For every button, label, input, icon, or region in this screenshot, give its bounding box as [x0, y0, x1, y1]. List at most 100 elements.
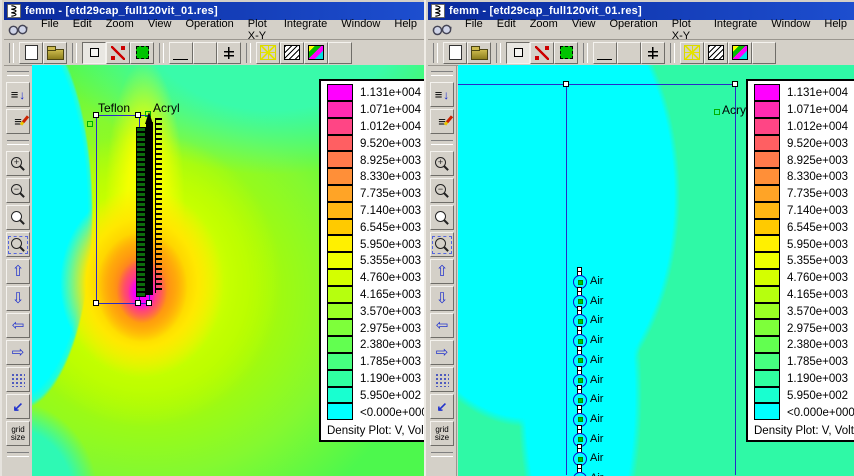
pan-right-button[interactable] — [6, 340, 30, 365]
point-mode-button[interactable] — [506, 42, 530, 64]
zoom-window-icon — [432, 236, 452, 254]
open-button[interactable] — [467, 42, 491, 64]
legend-swatch — [754, 151, 780, 168]
show-mesh-button[interactable] — [680, 42, 704, 64]
grid-size-button[interactable]: grid size — [430, 421, 454, 446]
pan-left-button[interactable] — [6, 313, 30, 338]
zoom-in-button[interactable] — [6, 151, 30, 176]
edit-button[interactable] — [430, 109, 454, 134]
legend-value: 2.380e+003 — [787, 339, 848, 351]
circuit-button[interactable] — [641, 42, 665, 64]
density-icon — [308, 45, 324, 60]
new-button[interactable] — [443, 42, 467, 64]
new-button[interactable] — [19, 42, 43, 64]
snap-grid-icon — [433, 399, 451, 415]
zoom-in-button[interactable] — [430, 151, 454, 176]
toolbar-separator — [496, 43, 501, 63]
density-plot-canvas[interactable]: Teflon Acryl 1.131e+004 1.071e+004 1.012… — [32, 65, 424, 476]
toolbar-grip — [431, 452, 453, 457]
boundary-line-left — [96, 115, 97, 303]
air-label: Air — [590, 413, 603, 425]
glasses-icon — [432, 23, 452, 36]
density-plot-button[interactable] — [728, 42, 752, 64]
legend-caption: Density Plot: V, Volts — [754, 425, 854, 437]
block-mode-button[interactable] — [554, 42, 578, 64]
pan-right-button[interactable] — [430, 340, 454, 365]
xy-plot-icon — [172, 45, 190, 61]
legend-value: 4.165e+003 — [787, 289, 848, 301]
menu-item-label: File — [41, 18, 59, 30]
legend-swatch — [754, 387, 780, 404]
zoom-window-button[interactable] — [430, 232, 454, 257]
contour-plot-button[interactable] — [704, 42, 728, 64]
node-icon — [563, 81, 569, 87]
xy-plot-button[interactable] — [593, 42, 617, 64]
line-mode-button[interactable] — [106, 42, 130, 64]
side-toolbar: grid size — [4, 66, 33, 476]
xy-plot-button[interactable] — [169, 42, 193, 64]
glasses-icon — [8, 23, 28, 36]
legend-value: 8.330e+003 — [787, 171, 848, 183]
toolbar-separator — [9, 43, 14, 63]
block-label-icon — [714, 109, 720, 115]
air-label: Air — [590, 472, 603, 476]
show-grid-button[interactable] — [430, 367, 454, 392]
legend-row: 5.950e+003 — [754, 236, 854, 253]
femm-window-left: femm - [etd29cap_full120vit_01.res] File… — [0, 0, 424, 476]
density-plot-canvas[interactable]: Acryl Air Air Air Air Air — [458, 65, 854, 476]
legend-value: 7.140e+003 — [360, 205, 421, 217]
legend-value: 1.131e+004 — [360, 87, 421, 99]
legend-value: 1.012e+004 — [360, 121, 421, 133]
pan-up-button[interactable] — [430, 259, 454, 284]
air-label: Air — [590, 374, 603, 386]
side-toolbar: grid size — [428, 66, 457, 476]
density-plot-button[interactable] — [304, 42, 328, 64]
pan-up-button[interactable] — [6, 259, 30, 284]
integral-button[interactable] — [617, 42, 641, 64]
results-button[interactable] — [430, 82, 454, 107]
legend-value: 9.520e+003 — [787, 138, 848, 150]
pan-down-button[interactable] — [430, 286, 454, 311]
grid-size-icon: grid size — [7, 426, 29, 442]
toolbar-grip — [431, 71, 453, 76]
block-mode-button[interactable] — [130, 42, 154, 64]
show-mesh-button[interactable] — [256, 42, 280, 64]
show-grid-button[interactable] — [6, 367, 30, 392]
snap-grid-button[interactable] — [430, 394, 454, 419]
line-mode-button[interactable] — [530, 42, 554, 64]
circuit-button[interactable] — [217, 42, 241, 64]
block-label-icon — [578, 417, 583, 422]
vector-plot-button[interactable] — [752, 42, 776, 64]
zoom-extents-button[interactable] — [6, 205, 30, 230]
open-button[interactable] — [43, 42, 67, 64]
air-region: Air — [573, 430, 653, 450]
pan-down-button[interactable] — [6, 286, 30, 311]
legend-row: 7.735e+003 — [327, 186, 424, 203]
air-circle-icon[interactable] — [573, 472, 587, 476]
grid-size-button[interactable]: grid size — [6, 421, 30, 446]
edit-button[interactable] — [6, 109, 30, 134]
grid-dots-icon — [11, 373, 25, 387]
integral-button[interactable] — [193, 42, 217, 64]
acryl-label: Acryl — [153, 101, 180, 115]
legend-swatch — [327, 84, 353, 101]
zoom-out-button[interactable] — [6, 178, 30, 203]
node-icon — [93, 300, 99, 306]
zoom-out-button[interactable] — [430, 178, 454, 203]
zoom-window-button[interactable] — [6, 232, 30, 257]
new-doc-icon — [25, 45, 38, 60]
air-label: Air — [590, 393, 603, 405]
app-coil-icon — [431, 4, 445, 18]
contour-plot-button[interactable] — [280, 42, 304, 64]
menu-item-label: Edit — [497, 18, 516, 30]
zoom-extents-button[interactable] — [430, 205, 454, 230]
legend-row: 4.760e+003 — [754, 270, 854, 287]
pan-left-button[interactable] — [430, 313, 454, 338]
snap-grid-button[interactable] — [6, 394, 30, 419]
point-mode-button[interactable] — [82, 42, 106, 64]
results-button[interactable] — [6, 82, 30, 107]
legend-value: 1.131e+004 — [787, 87, 848, 99]
vector-plot-button[interactable] — [328, 42, 352, 64]
legend-swatch — [327, 235, 353, 252]
contour-icon — [708, 45, 724, 60]
